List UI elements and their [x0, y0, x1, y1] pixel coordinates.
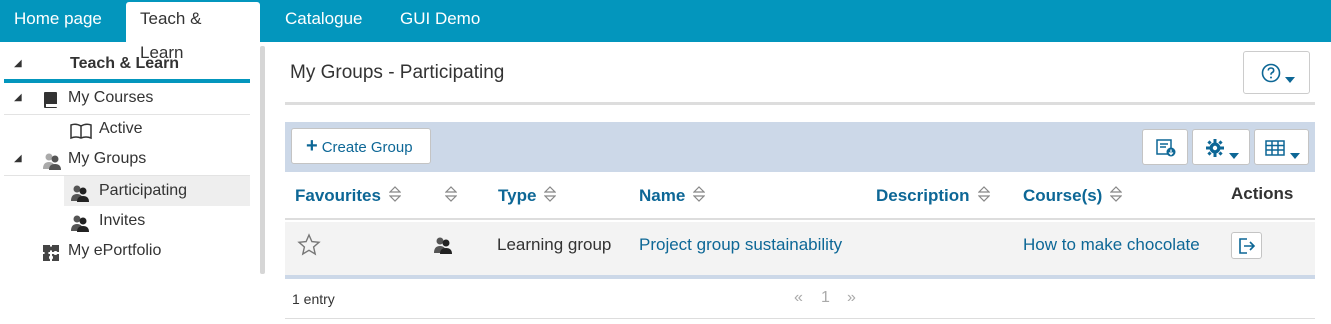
column-label: Type: [498, 186, 537, 205]
sidebar-item-participating[interactable]: Participating: [64, 176, 250, 206]
pagination-next[interactable]: »: [847, 289, 856, 307]
sidebar-item-active[interactable]: Active: [4, 114, 250, 144]
column-header-icon[interactable]: [437, 172, 458, 221]
column-header-description[interactable]: Description: [876, 172, 990, 221]
plus-icon: +: [306, 135, 318, 157]
tab-gui-demo[interactable]: GUI Demo: [386, 0, 494, 42]
question-circle-icon: [1261, 63, 1281, 88]
column-label: Description: [876, 186, 970, 205]
book-icon: [42, 90, 60, 108]
table-toolbar: + Create Group: [285, 122, 1315, 172]
column-header-name[interactable]: Name: [639, 172, 706, 221]
column-header-courses[interactable]: Course(s): [1023, 172, 1123, 221]
table-view-button[interactable]: [1254, 129, 1309, 165]
column-header-actions: Actions: [1231, 172, 1293, 216]
column-label: Course(s): [1023, 186, 1103, 205]
tab-home-page[interactable]: Home page: [0, 0, 116, 42]
column-header-type[interactable]: Type: [498, 172, 557, 221]
table-header: Favourites Type Name Description Course(…: [285, 172, 1315, 220]
group-name-link[interactable]: Project group sustainability: [639, 222, 842, 268]
column-label: Actions: [1231, 184, 1294, 203]
table-footer: 1 entry « 1 »: [285, 279, 1315, 319]
group-icon: [42, 151, 62, 170]
tree-toggle-icon[interactable]: ◢: [14, 83, 22, 113]
group-icon: [70, 213, 90, 232]
tab-catalogue[interactable]: Catalogue: [271, 0, 377, 42]
top-navigation: Home page Teach & Learn Catalogue GUI De…: [0, 0, 1331, 62]
sidebar-item-invites[interactable]: Invites: [4, 206, 250, 236]
puzzle-icon: [42, 243, 60, 261]
sidebar-item-label: My Courses: [68, 89, 154, 106]
settings-button[interactable]: [1192, 129, 1250, 165]
sort-icon[interactable]: [1109, 173, 1123, 221]
table-icon: [1265, 140, 1285, 160]
pagination-prev[interactable]: «: [794, 289, 803, 307]
tree-toggle-icon[interactable]: ◢: [14, 49, 22, 79]
column-label: Favourites: [295, 186, 381, 205]
create-group-label: Create Group: [321, 139, 413, 156]
entry-count: 1 entry: [292, 291, 335, 307]
caret-down-icon: [1285, 70, 1295, 88]
favourite-star-icon[interactable]: [297, 233, 321, 264]
create-group-button[interactable]: + Create Group: [291, 128, 431, 164]
sort-icon[interactable]: [692, 173, 706, 221]
sidebar-title: Teach & Learn: [70, 55, 180, 72]
course-link[interactable]: How to make chocolate: [1023, 222, 1200, 268]
sidebar-item-label: Invites: [99, 212, 146, 229]
sort-icon[interactable]: [444, 173, 458, 221]
sidebar-item-label: My Groups: [68, 150, 147, 167]
page-title: My Groups - Participating: [290, 62, 505, 83]
sidebar: ◢ Teach & Learn ◢ My Courses Active ◢ My…: [0, 42, 266, 324]
export-button[interactable]: [1142, 129, 1188, 165]
gear-icon: [1205, 138, 1225, 162]
help-button[interactable]: [1243, 51, 1310, 94]
caret-down-icon: [1290, 146, 1300, 163]
group-icon: [433, 236, 453, 258]
sort-icon[interactable]: [977, 173, 990, 221]
sort-icon[interactable]: [388, 173, 402, 221]
open-book-icon: [70, 121, 92, 140]
sidebar-item-label: Active: [99, 120, 143, 137]
sort-icon[interactable]: [543, 173, 557, 221]
pagination-page[interactable]: 1: [821, 289, 830, 307]
sidebar-title-row[interactable]: ◢ Teach & Learn: [4, 49, 250, 79]
export-list-icon: [1156, 139, 1176, 161]
group-icon: [70, 183, 90, 202]
sidebar-item-label: Participating: [99, 182, 188, 199]
group-type: Learning group: [497, 235, 612, 254]
sidebar-item-label: My ePortfolio: [68, 242, 162, 259]
sign-out-icon: [1238, 238, 1256, 258]
leave-group-button[interactable]: [1231, 232, 1262, 259]
column-header-favourites[interactable]: Favourites: [295, 172, 402, 221]
column-label: Name: [639, 186, 686, 205]
tab-teach-and-learn[interactable]: Teach & Learn: [126, 2, 260, 62]
sidebar-item-my-groups[interactable]: ◢ My Groups: [4, 144, 250, 174]
caret-down-icon: [1229, 146, 1239, 163]
sidebar-scrollbar[interactable]: [260, 46, 265, 274]
table-row: Learning group Project group sustainabil…: [285, 222, 1315, 275]
title-divider: [285, 102, 1315, 105]
tree-toggle-icon[interactable]: ◢: [14, 144, 22, 174]
sidebar-item-my-courses[interactable]: ◢ My Courses: [4, 83, 250, 113]
sidebar-item-my-eportfolio[interactable]: My ePortfolio: [4, 236, 250, 266]
